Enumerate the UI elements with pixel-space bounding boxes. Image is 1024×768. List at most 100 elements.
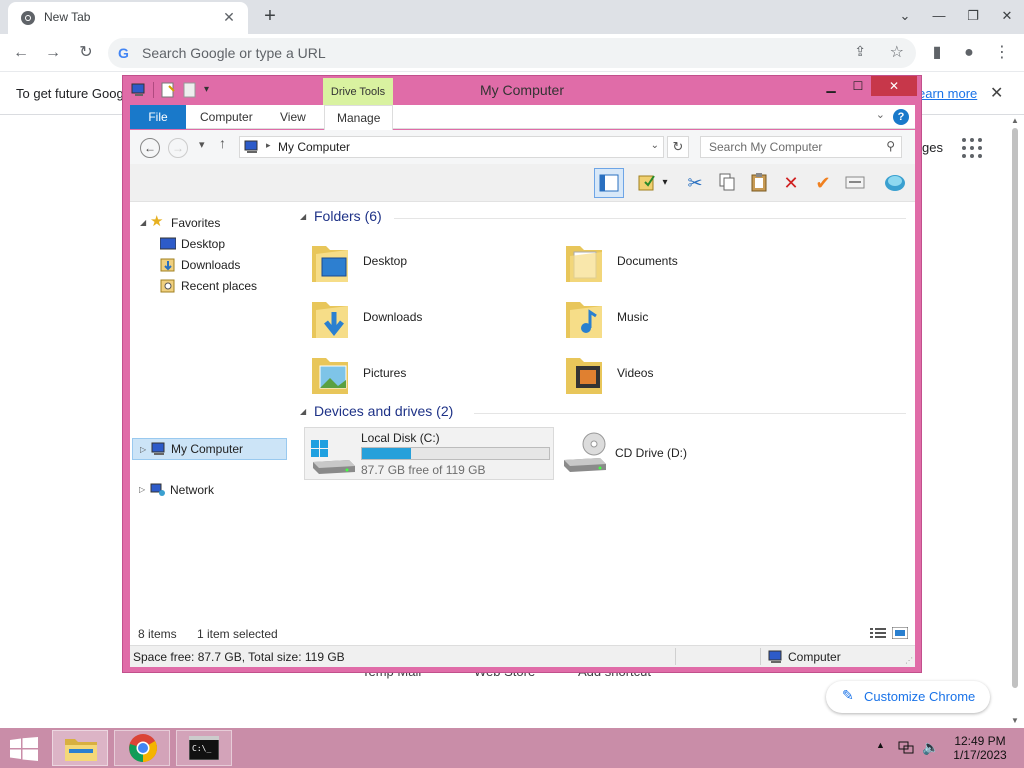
status-location: Computer [788,650,841,664]
tab-file[interactable]: File [130,105,186,129]
large-icons-view-icon[interactable] [892,627,908,639]
collapse-arrow-icon[interactable]: ◢ [300,407,306,416]
folder-desktop[interactable]: Desktop [308,236,558,288]
learn-more-link[interactable]: earn more [918,86,977,101]
paste-icon[interactable] [744,168,774,198]
back-icon[interactable]: ← [8,40,34,66]
ntp-images-link[interactable]: ges [922,140,943,155]
expand-arrow-icon[interactable]: ▷ [140,440,146,460]
drive-cd-d[interactable]: CD Drive (D:) [560,430,760,478]
folder-documents[interactable]: Documents [562,236,812,288]
folder-music[interactable]: Music [562,292,812,344]
tab-manage[interactable]: Manage [324,105,394,130]
back-button[interactable]: ← [140,138,160,158]
folders-header-text: Folders (6) [314,208,382,224]
nav-recent-places[interactable]: Recent places [140,276,290,296]
taskbar: C:\_ ▲ 🔈 12:49 PM 1/17/2023 [0,728,1024,768]
close-button[interactable]: ✕ [990,0,1024,32]
folder-downloads[interactable]: Downloads [308,292,558,344]
apps-grid-icon[interactable] [962,138,982,158]
delete-icon[interactable]: ✕ [776,168,806,198]
breadcrumb-chevron-icon[interactable]: ▸ [266,140,271,151]
qat-dropdown-icon[interactable]: ▾ [204,82,209,98]
info-close-icon[interactable]: ✕ [990,83,1003,103]
cut-icon[interactable]: ✂ [680,168,710,198]
clock[interactable]: 12:49 PM 1/17/2023 [950,734,1010,762]
network-tray-icon[interactable] [898,741,914,755]
videos-folder-icon [566,358,602,394]
show-hidden-icons[interactable]: ▲ [876,740,885,768]
page-scrollbar[interactable]: ▲ ▼ [1008,116,1022,728]
folder-label: Pictures [363,366,407,380]
up-icon[interactable]: ↑ [219,135,226,151]
minimize-button[interactable]: — [922,0,956,32]
preview-pane-icon[interactable] [594,168,624,198]
nav-my-computer[interactable]: ▷ My Computer [132,438,287,460]
collapse-arrow-icon[interactable]: ◢ [140,213,146,233]
new-tab-button[interactable]: + [258,5,282,29]
expand-arrow-icon[interactable]: ▷ [139,480,145,500]
hard-drive-icon [311,440,355,474]
explorer-close-button[interactable]: ✕ [871,76,917,96]
volume-icon[interactable]: 🔈 [922,739,939,768]
taskbar-cmd[interactable]: C:\_ [176,730,232,766]
drive-d-name: CD Drive (D:) [615,446,687,460]
item-count: 8 items [138,627,177,641]
computer-address-icon [244,140,258,153]
nav-network[interactable]: ▷ Network [139,480,289,500]
forward-icon[interactable]: → [40,40,66,66]
selection-count: 1 item selected [197,627,278,641]
restore-button[interactable]: ❐ [956,0,990,32]
tab-new-tab[interactable]: New Tab ✕ [8,2,248,34]
display-icon[interactable] [840,168,870,198]
bookmark-star-icon[interactable]: ☆ [890,42,904,62]
side-panel-icon[interactable]: ▮ [924,40,950,66]
help-icon[interactable]: ? [893,109,909,125]
devices-group-header[interactable]: ◢ Devices and drives (2) [300,403,910,423]
reload-icon[interactable]: ↻ [73,40,99,66]
nav-downloads[interactable]: Downloads [140,255,290,275]
network-globe-icon[interactable] [880,168,910,198]
address-dropdown-icon[interactable]: ⌄ [651,140,659,151]
drive-local-disk-c[interactable]: Local Disk (C:) 87.7 GB free of 119 GB [304,427,554,480]
folder-pictures[interactable]: Pictures [308,348,558,400]
explorer-maximize-button[interactable]: ☐ [845,76,871,96]
details-view-icon[interactable] [870,627,886,639]
properties-icon[interactable] [160,82,176,98]
new-folder-icon[interactable] [182,82,198,98]
nav-favorites[interactable]: ◢ ★ Favorites [140,213,290,233]
nav-desktop[interactable]: Desktop [140,234,290,254]
chrome-favicon-icon [21,11,35,25]
resize-grip-icon[interactable]: ⋰ [905,656,913,665]
forward-button[interactable]: → [168,138,188,158]
folders-group-header[interactable]: ◢ Folders (6) [300,208,910,228]
folder-videos[interactable]: Videos [562,348,812,400]
customize-chrome-button[interactable]: ✎ Customize Chrome [826,681,990,713]
start-windows-icon[interactable] [10,737,38,761]
omnibox[interactable]: G Search Google or type a URL ⇪ ☆ [108,38,916,68]
tab-view[interactable]: View [280,105,306,129]
tab-computer[interactable]: Computer [200,105,253,129]
copy-icon[interactable] [712,168,742,198]
menu-icon[interactable]: ⋮ [989,40,1015,66]
tab-search-icon[interactable]: ⌄ [888,0,922,32]
refresh-icon[interactable]: ↻ [667,136,689,158]
explorer-minimize-button[interactable]: ▁ [818,76,844,96]
profile-icon[interactable]: ● [956,40,982,66]
documents-folder-icon [566,246,602,282]
taskbar-file-explorer[interactable] [52,730,108,766]
ribbon-expand-icon[interactable]: ⌄ [876,108,885,121]
explorer-titlebar[interactable]: ▾ Drive Tools My Computer ▁ ☐ ✕ [123,76,921,106]
computer-small-icon[interactable] [131,82,147,98]
address-bar[interactable]: ▸ My Computer ⌄ [239,136,664,158]
properties-dropdown-icon[interactable]: ▾ [658,168,672,198]
search-input[interactable]: Search My Computer ⚲ [700,136,902,158]
recent-locations-icon[interactable]: ▾ [199,138,205,151]
omnibox-placeholder: Search Google or type a URL [142,45,326,61]
rename-check-icon[interactable]: ✔ [808,168,838,198]
share-icon[interactable]: ⇪ [854,43,866,60]
search-placeholder: Search My Computer [709,140,823,154]
taskbar-chrome[interactable] [114,730,170,766]
collapse-arrow-icon[interactable]: ◢ [300,212,306,221]
tab-close-icon[interactable]: ✕ [220,8,238,26]
